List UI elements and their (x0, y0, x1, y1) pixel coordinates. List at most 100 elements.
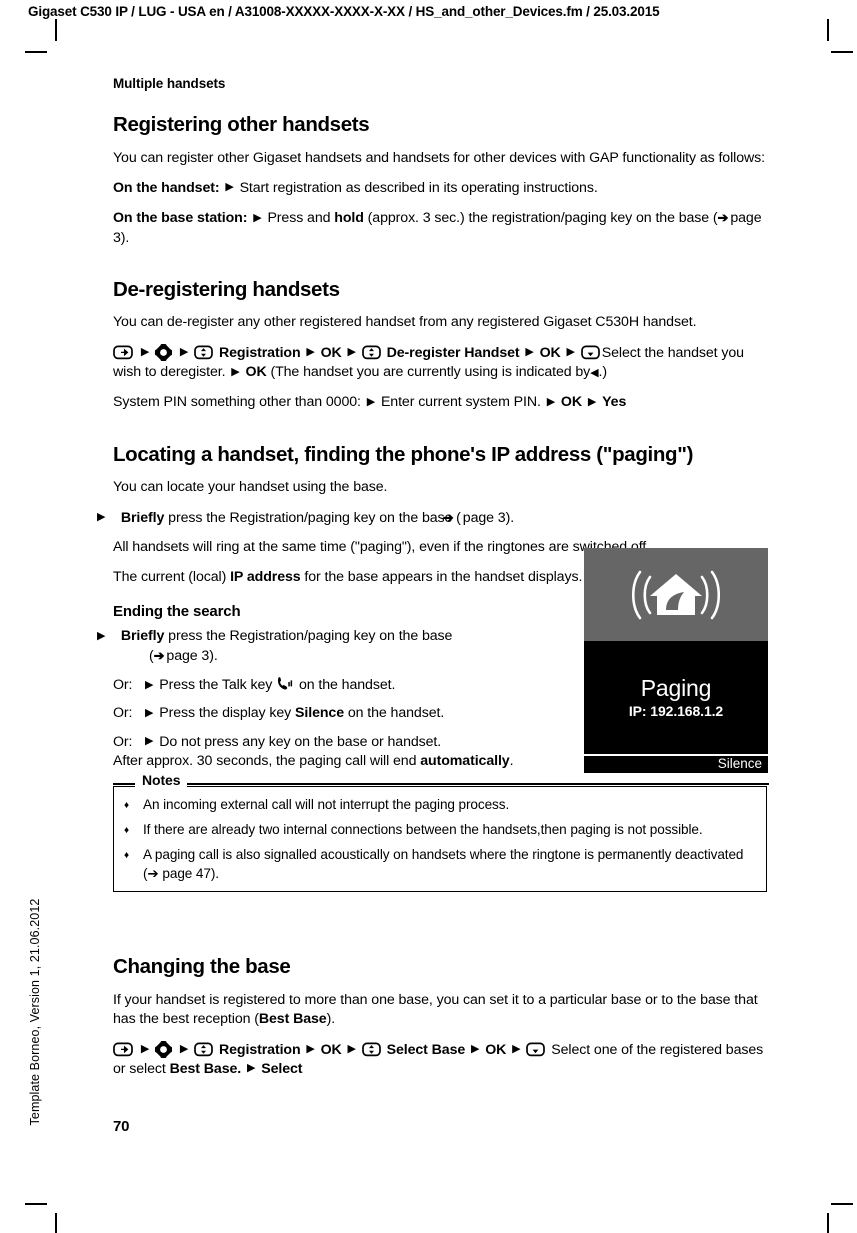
ip-post: for the base appears in the handset disp… (304, 569, 583, 586)
deregistering-menu-path: ▶ ▶ Registration ▶ OK ▶ De-register Hand… (113, 343, 769, 383)
running-header: Gigaset C530 IP / LUG - USA en / A31008-… (28, 4, 660, 19)
registering-intro: You can register other Gigaset handsets … (113, 149, 765, 166)
control-key-down-icon (526, 1042, 546, 1057)
changing-intro-pre: If your handset is registered to more th… (113, 991, 758, 1028)
system-pin-line: System PIN something other than 0000: ▶ … (113, 393, 769, 412)
on-the-base-station-label: On the base station: (113, 210, 248, 227)
step-triangle-icon: ▶ (246, 1062, 256, 1075)
step-triangle-icon: ▶ (306, 346, 315, 359)
crop-mark-bottom-left-vertical (55, 1213, 57, 1233)
step-triangle-icon: ▶ (587, 395, 597, 408)
ending-step-ref: page 3 (166, 647, 210, 664)
gear-settings-icon (155, 1040, 173, 1058)
locating-intro: You can locate your handset using the ba… (113, 479, 388, 496)
step-triangle-icon: ▶ (347, 1043, 356, 1055)
menu-item-registration[interactable]: Registration (219, 345, 301, 361)
auto-timeout-pre: After approx. 30 seconds, the paging cal… (113, 753, 417, 769)
chapter-title: Multiple handsets (113, 76, 226, 91)
menu-ok-1[interactable]: OK (321, 345, 342, 361)
ending-briefly-step: ▶ Briefly press the Registration/paging … (97, 627, 601, 666)
ending-step-end: ). (209, 647, 218, 664)
silence-softkey-label[interactable]: Silence (295, 705, 344, 721)
changing-base-menu-path: ▶ ▶ Registration ▶ OK ▶ Select Base ▶ OK… (113, 1040, 769, 1080)
step-triangle-icon: ▶ (97, 511, 106, 523)
note-text: A paging call is also signalled acoustic… (143, 847, 744, 881)
note-item: ♦ A paging call is also signalled acousti… (124, 846, 756, 882)
best-base-option[interactable]: Best Base. (170, 1061, 242, 1077)
step-triangle-icon: ▶ (366, 395, 376, 408)
locating-step-text: press the Registration/paging key on the… (168, 509, 461, 526)
on-the-handset-label: On the handset: (113, 179, 220, 196)
control-key-updown-icon (194, 345, 213, 360)
registering-base-step: On the base station: ▶ Press and hold (a… (113, 209, 769, 248)
talk-key-pre: Press the Talk key (159, 677, 273, 694)
briefly-bold: Briefly (120, 628, 165, 645)
menu-ok-2[interactable]: OK (540, 345, 561, 361)
step-triangle-icon: ▶ (525, 346, 534, 359)
crop-mark-bottom-left-horizontal (25, 1203, 47, 1205)
step-triangle-icon: ▶ (546, 395, 556, 408)
handset-display-illustration: Paging IP: 192.168.1.2 Silence (584, 548, 768, 773)
system-pin-step: Enter current system PIN. (380, 394, 541, 411)
select-softkey[interactable]: Select (261, 1061, 302, 1077)
auto-timeout-end: . (509, 753, 514, 769)
diamond-bullet-icon: ♦ (124, 800, 130, 811)
page-arrow-icon: ➔ (153, 647, 165, 663)
changing-intro-post: ). (326, 1011, 336, 1028)
manual-page: Gigaset C530 IP / LUG - USA en / A31008-… (0, 0, 857, 1233)
step-triangle-icon: ▶ (253, 211, 262, 224)
display-key-pre: Press the display key (159, 705, 292, 722)
step-triangle-icon: ▶ (179, 1043, 189, 1055)
menu-ok-1[interactable]: OK (321, 1042, 342, 1058)
step-triangle-icon: ▶ (225, 181, 234, 194)
system-pin-yes[interactable]: Yes (602, 394, 626, 410)
display-key-icon (113, 345, 133, 360)
paging-ip-address: IP: 192.168.1.2 (628, 703, 724, 720)
page-number: 70 (113, 1118, 130, 1135)
no-key-text: Do not press any key on the base or hand… (159, 733, 442, 750)
control-key-updown-icon (361, 1042, 381, 1057)
base-step-pre: Press and (267, 210, 331, 227)
briefly-bold: Briefly (120, 509, 165, 526)
menu-item-deregister-handset[interactable]: De-register Handset (387, 345, 520, 361)
control-key-updown-icon (194, 1042, 213, 1057)
system-pin-ok[interactable]: OK (561, 394, 582, 410)
crop-mark-bottom-right-horizontal (831, 1203, 853, 1205)
crop-mark-top-right-vertical (827, 19, 829, 41)
left-triangle-icon: ◀ (590, 367, 599, 379)
control-key-updown-icon (361, 345, 381, 360)
talk-key-icon (276, 677, 293, 691)
crop-mark-top-left-horizontal (25, 51, 47, 53)
ending-step-text: press the Registration/paging key on the… (168, 628, 453, 645)
silence-softkey[interactable]: Silence (718, 756, 762, 771)
crop-mark-bottom-right-vertical (827, 1213, 829, 1233)
step-triangle-icon: ▶ (97, 629, 106, 642)
menu-item-registration[interactable]: Registration (219, 1042, 301, 1058)
paging-title: Paging (640, 674, 712, 701)
locating-briefly-step: ▶ Briefly press the Registration/paging … (97, 509, 769, 528)
menu-ok-2[interactable]: OK (485, 1042, 506, 1058)
deregistering-intro: You can de-register any other registered… (113, 314, 697, 331)
step-triangle-icon: ▶ (231, 365, 240, 378)
ip-address-paragraph: The current (local) IP address for the b… (113, 568, 583, 587)
best-base-bold: Best Base (258, 1011, 327, 1028)
or-label: Or: (113, 733, 133, 750)
step-triangle-icon: ▶ (512, 1043, 521, 1055)
base-step-hold: hold (334, 210, 364, 227)
display-key-icon (113, 1042, 133, 1057)
menu-item-select-base[interactable]: Select Base (387, 1042, 466, 1058)
handset-softkey-bar: Silence (584, 756, 768, 773)
page-arrow-icon: ➔ (717, 210, 729, 226)
control-key-down-icon (580, 345, 600, 360)
or-label: Or: (113, 705, 133, 722)
note-item: ♦ If there are already two internal conne… (124, 821, 756, 839)
step-triangle-icon: ▶ (140, 1043, 150, 1055)
ip-pre: The current (local) (113, 569, 227, 586)
deregister-note-end: .) (598, 364, 608, 380)
step-triangle-icon: ▶ (145, 735, 154, 748)
automatically-bold: automatically (420, 753, 510, 769)
locating-step-end: ). (505, 509, 515, 526)
menu-ok-3[interactable]: OK (246, 364, 267, 380)
talk-key-post: on the handset. (298, 677, 396, 694)
gear-settings-icon (155, 343, 173, 361)
